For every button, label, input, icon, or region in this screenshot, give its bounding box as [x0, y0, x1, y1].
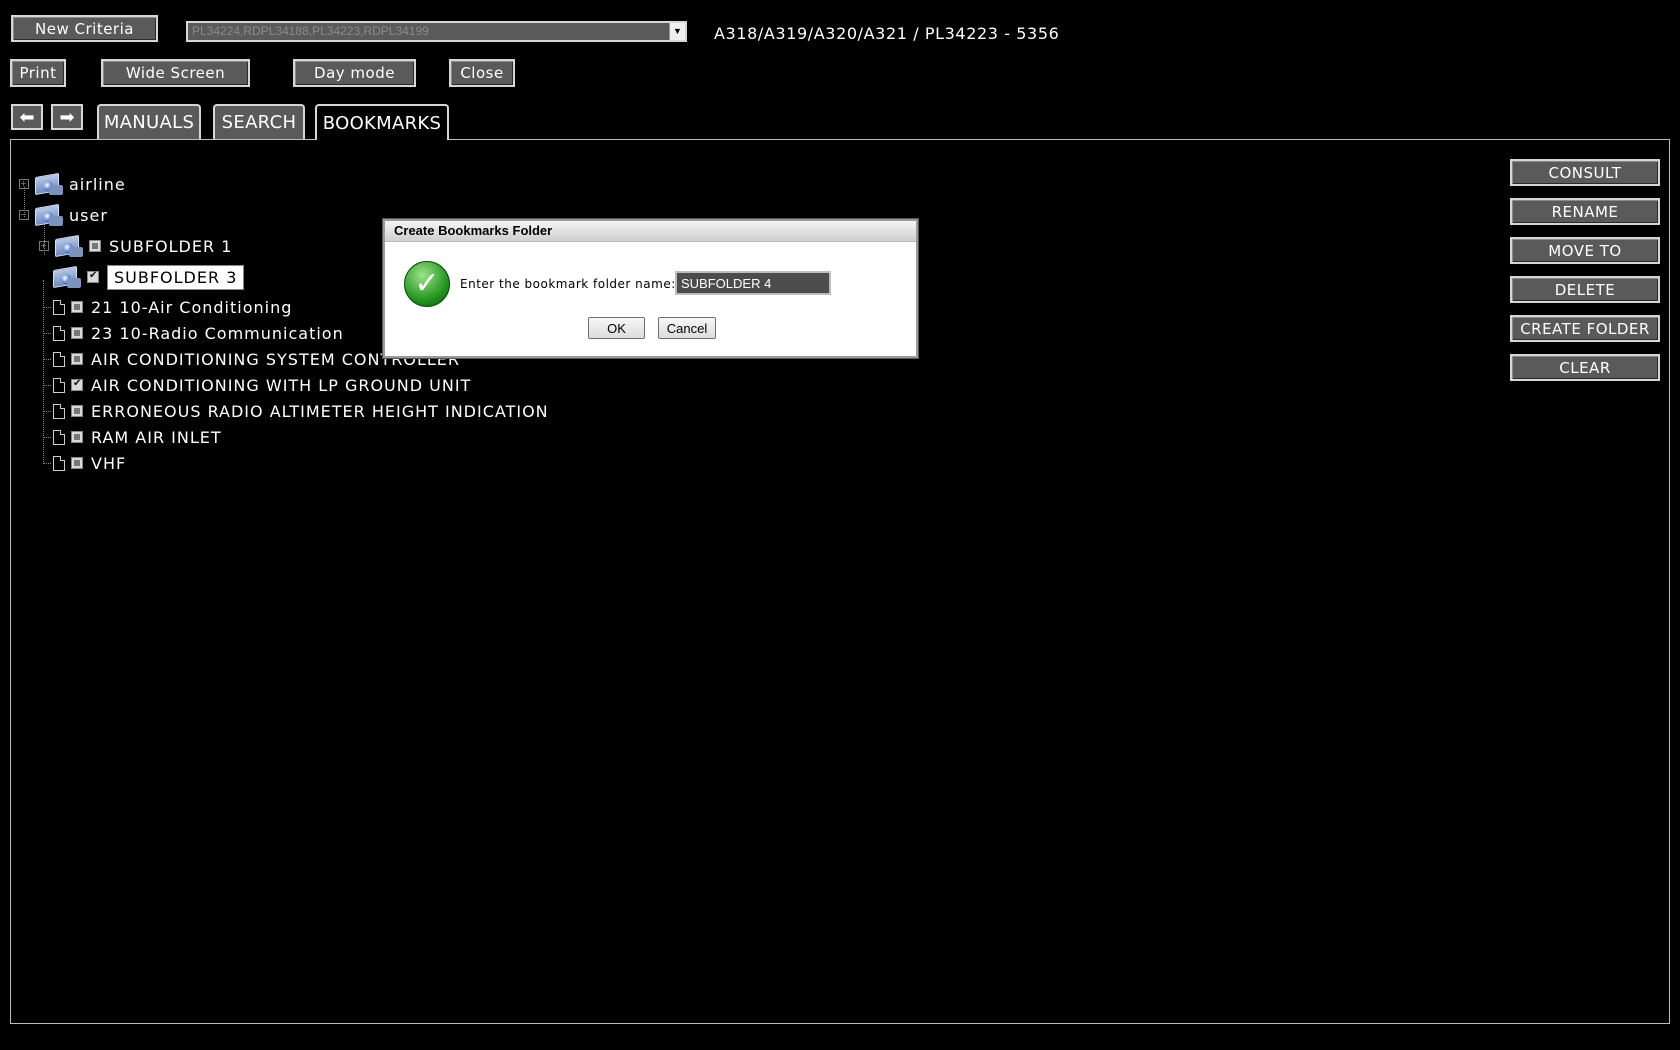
tab-bookmarks[interactable]: BOOKMARKS — [315, 104, 449, 140]
document-icon — [53, 403, 65, 419]
select-checkbox[interactable] — [71, 457, 83, 469]
right-arrow-icon: ➡ — [59, 106, 75, 128]
select-checkbox[interactable] — [87, 270, 99, 283]
document-icon — [53, 325, 65, 341]
tree-item-label: ERRONEOUS RADIO ALTIMETER HEIGHT INDICAT… — [91, 401, 549, 421]
clear-button[interactable]: CLEAR — [1510, 354, 1660, 381]
tree-item-label: SUBFOLDER 3 — [107, 264, 245, 290]
tree-item-label: SUBFOLDER 1 — [109, 236, 233, 256]
checkmark-icon: ✓ — [404, 261, 450, 307]
close-button[interactable]: Close — [449, 59, 515, 87]
print-button[interactable]: Print — [10, 59, 66, 87]
cancel-button[interactable]: Cancel — [658, 317, 716, 339]
expand-icon[interactable]: + — [39, 241, 49, 251]
create-folder-button[interactable]: CREATE FOLDER — [1510, 315, 1660, 342]
tree-item-label: RAM AIR INLET — [91, 427, 222, 447]
criteria-select[interactable]: PL34224,RDPL34188,PL34223,RDPL34199 ▼ — [186, 21, 687, 42]
tree-connector — [43, 436, 51, 438]
select-checkbox[interactable] — [71, 378, 83, 391]
rename-button[interactable]: RENAME — [1510, 198, 1660, 225]
tree-item-document[interactable]: ERRONEOUS RADIO ALTIMETER HEIGHT INDICAT… — [43, 399, 549, 423]
folder-icon — [33, 202, 63, 228]
dialog-title: Create Bookmarks Folder — [385, 221, 916, 242]
tree-item-label: VHF — [91, 453, 127, 473]
tree-item-label: 21 10-Air Conditioning — [91, 297, 293, 317]
tree-item-airline[interactable]: + airline — [19, 172, 126, 196]
tree-item-label: 23 10-Radio Communication — [91, 323, 344, 343]
folder-icon — [51, 264, 81, 290]
select-checkbox[interactable] — [71, 405, 83, 417]
tree-connector — [43, 384, 51, 386]
document-icon — [53, 377, 65, 393]
wide-screen-button[interactable]: Wide Screen — [101, 59, 250, 87]
day-mode-button[interactable]: Day mode — [293, 59, 416, 87]
aircraft-info: A318/A319/A320/A321 / PL34223 - 5356 — [714, 24, 1060, 43]
delete-button[interactable]: DELETE — [1510, 276, 1660, 303]
folder-icon — [33, 171, 63, 197]
tab-search[interactable]: SEARCH — [213, 104, 305, 139]
tree-connector — [43, 306, 51, 308]
tree-item-user[interactable]: − user — [19, 203, 108, 227]
consult-button[interactable]: CONSULT — [1510, 159, 1660, 186]
tree-item-subfolder-3[interactable]: SUBFOLDER 3 — [51, 264, 245, 290]
new-criteria-button[interactable]: New Criteria — [11, 15, 158, 42]
tree-item-document[interactable]: 21 10-Air Conditioning — [43, 295, 292, 319]
create-folder-dialog: Create Bookmarks Folder ✓ Enter the book… — [383, 219, 918, 358]
tree-item-document[interactable]: AIR CONDITIONING WITH LP GROUND UNIT — [43, 373, 471, 397]
document-icon — [53, 429, 65, 445]
document-icon — [53, 351, 65, 367]
tree-item-label: AIR CONDITIONING WITH LP GROUND UNIT — [91, 375, 472, 395]
expand-icon[interactable]: + — [19, 179, 29, 189]
tree-item-document[interactable]: 23 10-Radio Communication — [43, 321, 344, 345]
back-button[interactable]: ⬅ — [11, 104, 43, 130]
tree-connector — [43, 332, 51, 334]
folder-name-input[interactable] — [675, 271, 831, 295]
tree-item-document[interactable]: RAM AIR INLET — [43, 425, 222, 449]
select-checkbox[interactable] — [71, 431, 83, 443]
folder-icon — [53, 233, 83, 259]
dialog-prompt: Enter the bookmark folder name: — [460, 277, 676, 291]
tree-item-document[interactable]: VHF — [43, 451, 126, 475]
tree-item-label: user — [69, 205, 108, 225]
tree-connector — [43, 410, 51, 412]
tree-connector — [43, 358, 51, 360]
tree-item-label: airline — [69, 174, 126, 194]
document-icon — [53, 455, 65, 471]
chevron-down-icon[interactable]: ▼ — [669, 23, 685, 40]
left-arrow-icon: ⬅ — [19, 106, 35, 128]
tab-manuals[interactable]: MANUALS — [97, 104, 201, 139]
select-checkbox[interactable] — [71, 353, 83, 365]
forward-button[interactable]: ➡ — [51, 104, 83, 130]
tree-item-subfolder-1[interactable]: + SUBFOLDER 1 — [39, 234, 232, 258]
criteria-select-value: PL34224,RDPL34188,PL34223,RDPL34199 — [192, 24, 429, 38]
select-checkbox[interactable] — [71, 327, 83, 339]
ok-button[interactable]: OK — [588, 317, 645, 339]
select-checkbox[interactable] — [71, 301, 83, 313]
tree-connector — [43, 462, 51, 464]
document-icon — [53, 299, 65, 315]
move-to-button[interactable]: MOVE TO — [1510, 237, 1660, 264]
select-checkbox[interactable] — [89, 240, 101, 252]
collapse-icon[interactable]: − — [19, 210, 29, 220]
